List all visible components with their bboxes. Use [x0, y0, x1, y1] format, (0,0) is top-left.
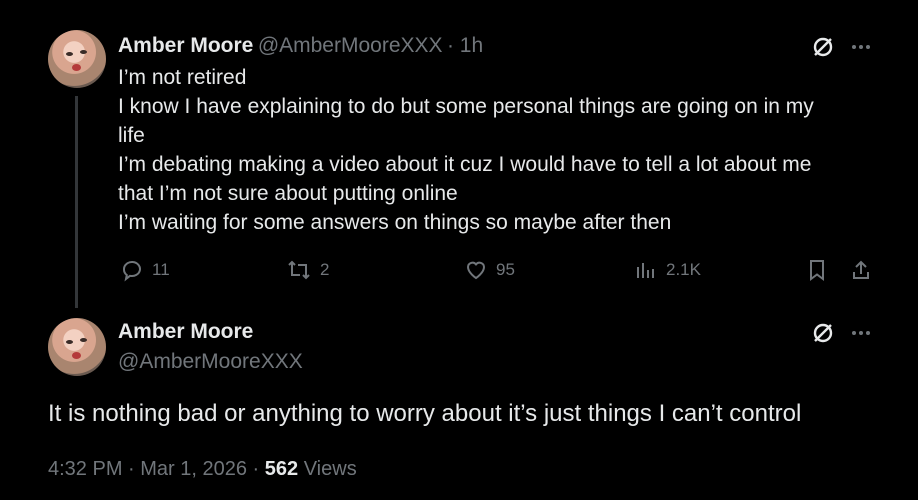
tweet-header: Amber Moore @AmberMooreXXX · 1h	[118, 34, 483, 58]
avatar[interactable]	[48, 318, 106, 376]
tweet-line: I’m waiting for some answers on things s…	[118, 211, 672, 234]
tweet-line: life	[118, 124, 145, 147]
timestamp[interactable]: 4:32 PM · Mar 1, 2026 ·	[48, 458, 259, 480]
reply-button[interactable]: 11	[120, 258, 170, 282]
share-icon[interactable]	[850, 258, 872, 282]
reply-count: 11	[152, 260, 170, 279]
author-handle[interactable]: @AmberMooreXXX	[258, 34, 443, 57]
repost-icon	[288, 260, 310, 280]
reply-icon	[123, 261, 141, 282]
tweet-body: I’m not retired I know I have explaining…	[118, 63, 888, 237]
like-count: 95	[496, 260, 515, 279]
author-name[interactable]: Amber Moore	[118, 320, 253, 344]
like-icon	[466, 261, 486, 280]
tweet-line: I’m debating making a video about it cuz…	[118, 153, 812, 176]
like-button[interactable]: 95	[464, 258, 515, 282]
views-button[interactable]: 2.1K	[634, 258, 701, 282]
views-count: 562	[264, 458, 299, 480]
tweet-line: that I’m not sure about putting online	[118, 182, 458, 205]
avatar[interactable]	[48, 30, 106, 88]
tweet-line: I know I have explaining to do but some …	[118, 95, 814, 118]
author-handle[interactable]: @AmberMooreXXX	[118, 350, 303, 374]
views-count: 2.1K	[666, 260, 701, 279]
repost-button[interactable]: 2	[286, 258, 329, 282]
tweet-line: I’m not retired	[118, 66, 247, 89]
tweet-body: It is nothing bad or anything to worry a…	[48, 400, 802, 427]
more-icon[interactable]	[850, 322, 872, 344]
views-label: Views	[303, 458, 357, 480]
bookmark-icon[interactable]	[806, 258, 828, 282]
views-icon	[637, 263, 654, 278]
thread-line	[75, 96, 78, 308]
tweet-time[interactable]: · 1h	[447, 34, 483, 57]
tweet-meta: 4:32 PM · Mar 1, 2026 · 562 Views	[48, 458, 357, 481]
author-name[interactable]: Amber Moore	[118, 34, 253, 57]
more-icon[interactable]	[850, 36, 872, 58]
grok-icon[interactable]	[812, 36, 834, 58]
repost-count: 2	[320, 260, 330, 279]
grok-icon[interactable]	[812, 322, 834, 344]
